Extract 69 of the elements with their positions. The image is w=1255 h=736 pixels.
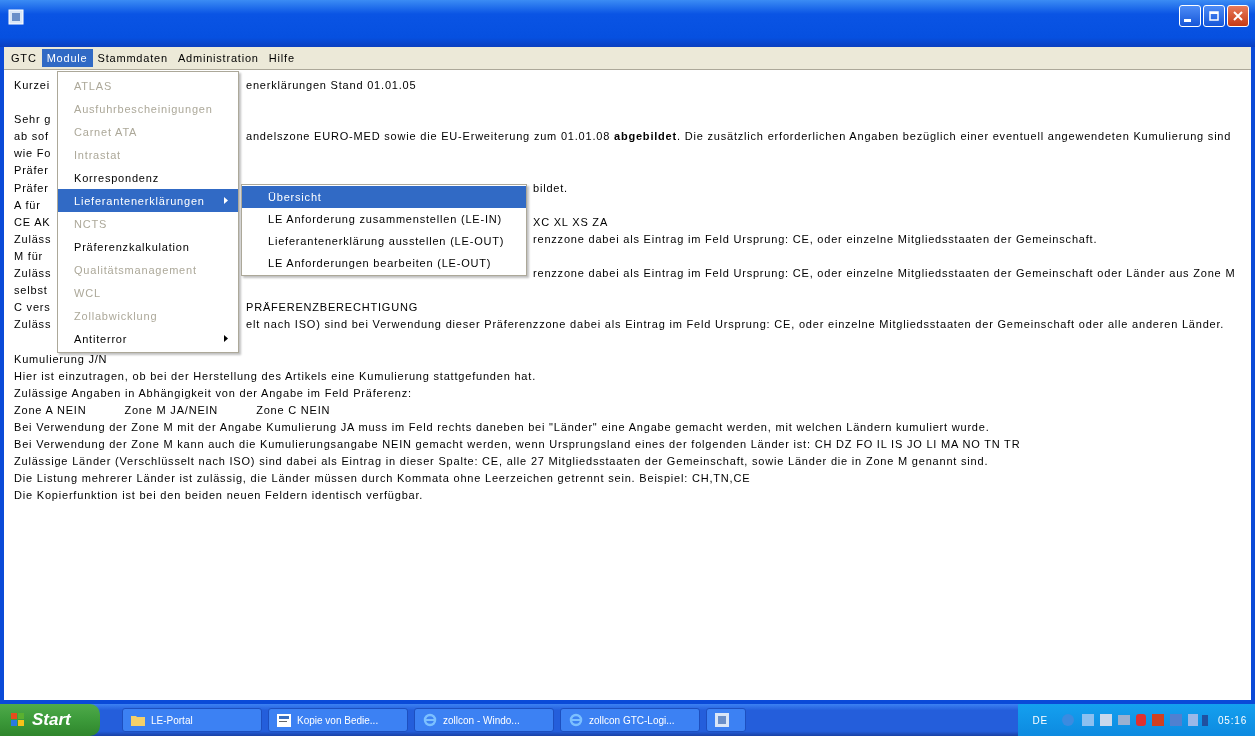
- menu-item[interactable]: LE Anforderung zusammenstellen (LE-IN): [242, 208, 526, 230]
- document-text: PRÄFERENZBERECHTIGUNG: [246, 300, 419, 316]
- document-text: Hier ist einzutragen, ob bei der Herstellung des Artikels eine Kumulierung stattgefunden hat.: [14, 368, 536, 384]
- document-text: Zuläss: [14, 266, 53, 282]
- document-text: wie Fo: [14, 146, 53, 162]
- document-text: selbst: [14, 283, 49, 299]
- close-icon: [1233, 11, 1243, 21]
- document-text: Sehr g: [14, 112, 53, 128]
- taskbar-button[interactable]: zollcon GTC-Logi...: [560, 708, 700, 732]
- document-text: Zone C NEIN: [256, 402, 331, 418]
- maximize-icon: [1209, 11, 1219, 21]
- document-text: ab sof: [14, 129, 50, 145]
- document-text: Zone A NEIN: [14, 402, 87, 418]
- app-icon: [715, 713, 729, 727]
- taskbar-button[interactable]: zollcon - Windo...: [414, 708, 554, 732]
- document-icon: [277, 713, 291, 727]
- close-button[interactable]: [1227, 5, 1249, 27]
- document-text: enerklärungen Stand 01.01.05: [246, 78, 417, 93]
- menu-item[interactable]: Übersicht: [242, 186, 526, 208]
- menu-item[interactable]: Lieferantenerklärungen: [58, 189, 238, 212]
- document-text: Bei Verwendung der Zone M kann auch die Kumulierungsangabe NEIN gemacht werden, wenn Ursprungsland eines der folgenden Länder ist: CH DZ FO IL IS JO LI MA NO TN TR: [14, 436, 1021, 452]
- submenu-arrow-icon: [224, 197, 228, 204]
- folder-icon: [131, 714, 145, 726]
- document-text: Bei Verwendung der Zone M mit der Angabe Kumulierung JA muss im Feld rechts daneben bei "Länder" eine Angabe gemacht werden, mit welchen Ländern kumuliert wurde.: [14, 419, 990, 435]
- document-text: M für: [14, 248, 45, 264]
- document-text: elt nach ISO) sind bei Verwendung dieser Präferenzzone dabei als Eintrag im Feld Ursprung: CE, oder einzelne Mitgliedsstaaten der Gemeinschaft oder alle anderen Länder.: [246, 317, 1225, 333]
- menu-item[interactable]: GTC: [6, 49, 42, 67]
- document-text: XC XL XS ZA: [533, 214, 609, 230]
- document-text: Präfer: [14, 180, 50, 196]
- document-text: andelszone EURO-MED sowie die EU-Erweiterung zum 01.01.08 abgebildet. Die zusätzlich erforderlichen Angaben bezüglich einer eventuell angewendeten Kumulierung sind: [246, 129, 1232, 145]
- windows-flag-icon: [10, 712, 26, 728]
- language-indicator[interactable]: DE: [1032, 714, 1052, 726]
- document-text: Zone M JA/NEIN: [124, 402, 219, 418]
- document-text: C vers: [14, 300, 52, 316]
- document-text: Präfer: [14, 163, 50, 179]
- menu-item[interactable]: Korrespondenz: [58, 166, 238, 189]
- start-button[interactable]: Start: [0, 704, 100, 736]
- menu-item[interactable]: Präferenzkalkulation: [58, 235, 238, 258]
- menu-item[interactable]: Stammdaten: [92, 49, 173, 67]
- document-text: A für: [14, 197, 42, 213]
- taskbar-button[interactable]: Kopie von Bedie...: [268, 708, 408, 732]
- menu-item[interactable]: Hilfe: [263, 49, 300, 67]
- document-text: Zulässige Angaben in Abhängigkeit von der Angabe im Feld Präferenz:: [14, 385, 412, 401]
- menu-item[interactable]: LE Anforderungen bearbeiten (LE-OUT): [242, 252, 526, 274]
- clock: 05:16: [1217, 714, 1247, 726]
- document-text: Zuläss: [14, 317, 53, 333]
- minimize-button[interactable]: [1179, 5, 1201, 27]
- browser-e-icon: [423, 713, 437, 727]
- menu-item[interactable]: Antiterror: [58, 327, 238, 350]
- minimize-icon: [1183, 18, 1191, 22]
- document-text: Zuläss: [14, 231, 53, 247]
- submenu-arrow-icon: [224, 335, 228, 342]
- browser-e-icon: [569, 713, 583, 727]
- menu-item[interactable]: Module: [41, 49, 93, 67]
- document-text: Die Listung mehrerer Länder ist zulässig, die Länder müssen durch Kommata ohne Leerzeichen getrennt sein. Beispiel: CH,TN,CE: [14, 471, 751, 487]
- document-text: bildet.: [533, 180, 568, 196]
- taskbar-button[interactable]: [706, 708, 746, 732]
- app-icon: [8, 9, 24, 25]
- document-text: Kumulierung J/N: [14, 351, 108, 367]
- document-text: Kurzei: [14, 78, 51, 93]
- menu-item[interactable]: Administration: [172, 49, 264, 67]
- document-text: CE AK: [14, 214, 52, 230]
- menu-item[interactable]: Lieferantenerklärung ausstellen (LE-OUT): [242, 230, 526, 252]
- document-text: renzzone dabei als Eintrag im Feld Ursprung: CE, oder einzelne Mitgliedsstaaten der Gemeinschaft oder Länder aus Zone M: [533, 266, 1236, 282]
- maximize-button[interactable]: [1203, 5, 1225, 27]
- document-text: renzzone dabei als Eintrag im Feld Ursprung: CE, oder einzelne Mitgliedsstaaten der Gemeinschaft.: [533, 231, 1098, 247]
- taskbar-button[interactable]: LE-Portal: [122, 708, 262, 732]
- document-text: Die Kopierfunktion ist bei den beiden neuen Feldern identisch verfügbar.: [14, 488, 424, 504]
- document-text: Zulässige Länder (Verschlüsselt nach ISO) sind dabei als Eintrag in dieser Spalte: CE, alle 27 Mitgliedsstaaten der Gemeinschaft, sowie Länder die in Zone M genannt sind.: [14, 454, 989, 470]
